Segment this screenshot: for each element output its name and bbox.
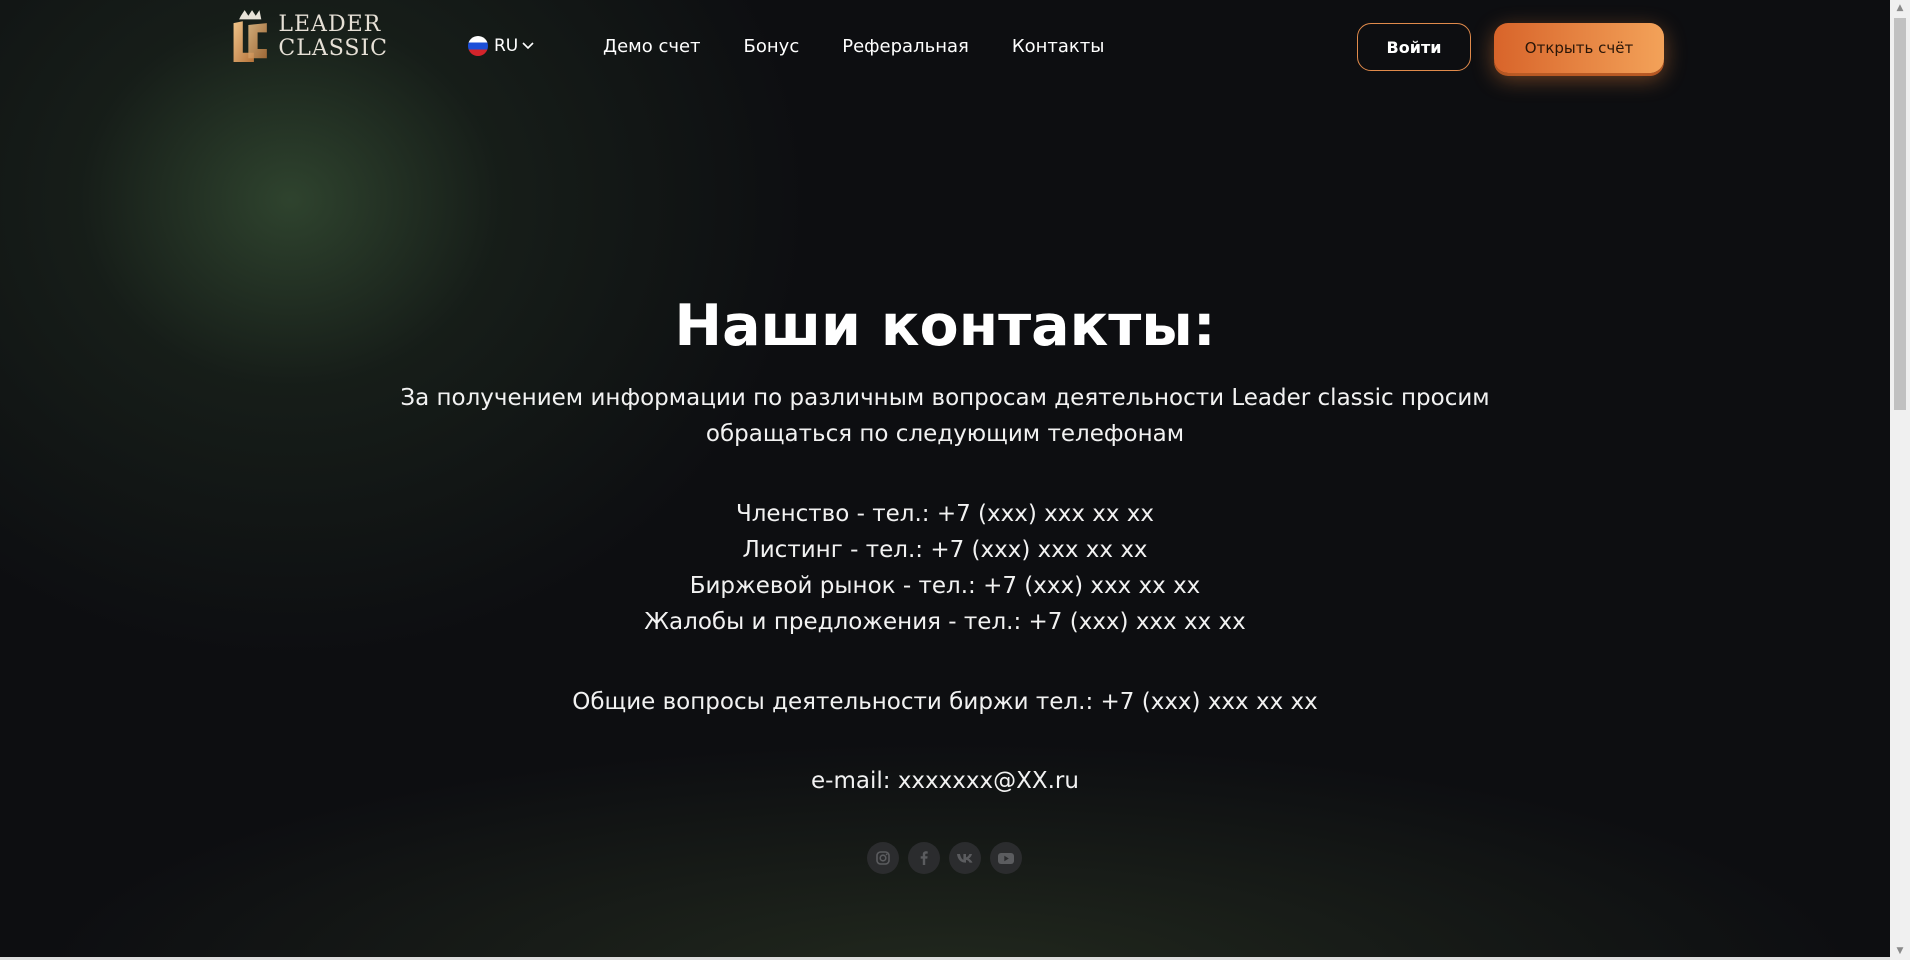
email-contact: e-mail: xxxxxxx@XX.ru [811, 768, 1079, 794]
chevron-down-icon [522, 42, 534, 50]
scroll-up-arrow-icon[interactable]: ▲ [1890, 0, 1910, 17]
vertical-scrollbar[interactable]: ▲ ▼ [1890, 0, 1910, 960]
logo-text-line1: LEADER [278, 12, 382, 37]
intro-line-1: За получением информации по различным во… [400, 385, 1490, 411]
logo-text: LEADER CLASSIC [278, 13, 388, 61]
nav-demo-account[interactable]: Демо счет [603, 36, 701, 57]
login-button[interactable]: Войти [1357, 23, 1471, 71]
russia-flag-icon [468, 36, 488, 56]
phone-complaints: Жалобы и предложения - тел.: +7 (xxx) xx… [644, 609, 1246, 635]
vk-icon[interactable] [949, 842, 981, 874]
nav-bonus[interactable]: Бонус [744, 36, 800, 57]
phone-list: Членство - тел.: +7 (xxx) xxx xx xx Лист… [0, 496, 1890, 640]
language-label: RU [494, 36, 519, 56]
phone-exchange-market: Биржевой рынок - тел.: +7 (xxx) xxx xx x… [689, 573, 1201, 599]
nav-referral[interactable]: Реферальная [842, 36, 969, 57]
language-selector[interactable]: RU [468, 36, 534, 56]
logo-emblem-icon [233, 10, 267, 62]
page: LEADER CLASSIC RU Демо счет Бонус Рефера… [0, 0, 1910, 960]
scroll-down-arrow-icon[interactable]: ▼ [1890, 943, 1910, 960]
facebook-icon[interactable] [908, 842, 940, 874]
social-links [867, 842, 1022, 874]
open-account-button[interactable]: Открыть счёт [1494, 23, 1664, 73]
intro-line-2: обращаться по следующим телефонам [705, 421, 1185, 447]
youtube-icon[interactable] [990, 842, 1022, 874]
main-nav: Демо счет Бонус Реферальная Контакты [603, 36, 1104, 57]
phone-general: Общие вопросы деятельности биржи тел.: +… [572, 689, 1318, 715]
instagram-icon[interactable] [867, 842, 899, 874]
logo[interactable]: LEADER CLASSIC [228, 6, 388, 68]
page-title: Наши контакты: [674, 293, 1216, 359]
logo-text-line2: CLASSIC [278, 36, 388, 61]
intro-text: За получением информации по различным во… [370, 380, 1520, 452]
nav-contacts[interactable]: Контакты [1012, 36, 1105, 57]
phone-membership: Членство - тел.: +7 (xxx) xxx xx xx [735, 501, 1155, 527]
scrollbar-thumb[interactable] [1894, 18, 1906, 410]
phone-listing: Листинг - тел.: +7 (xxx) xxx xx xx [742, 537, 1148, 563]
site-header: LEADER CLASSIC RU Демо счет Бонус Рефера… [0, 0, 1890, 96]
